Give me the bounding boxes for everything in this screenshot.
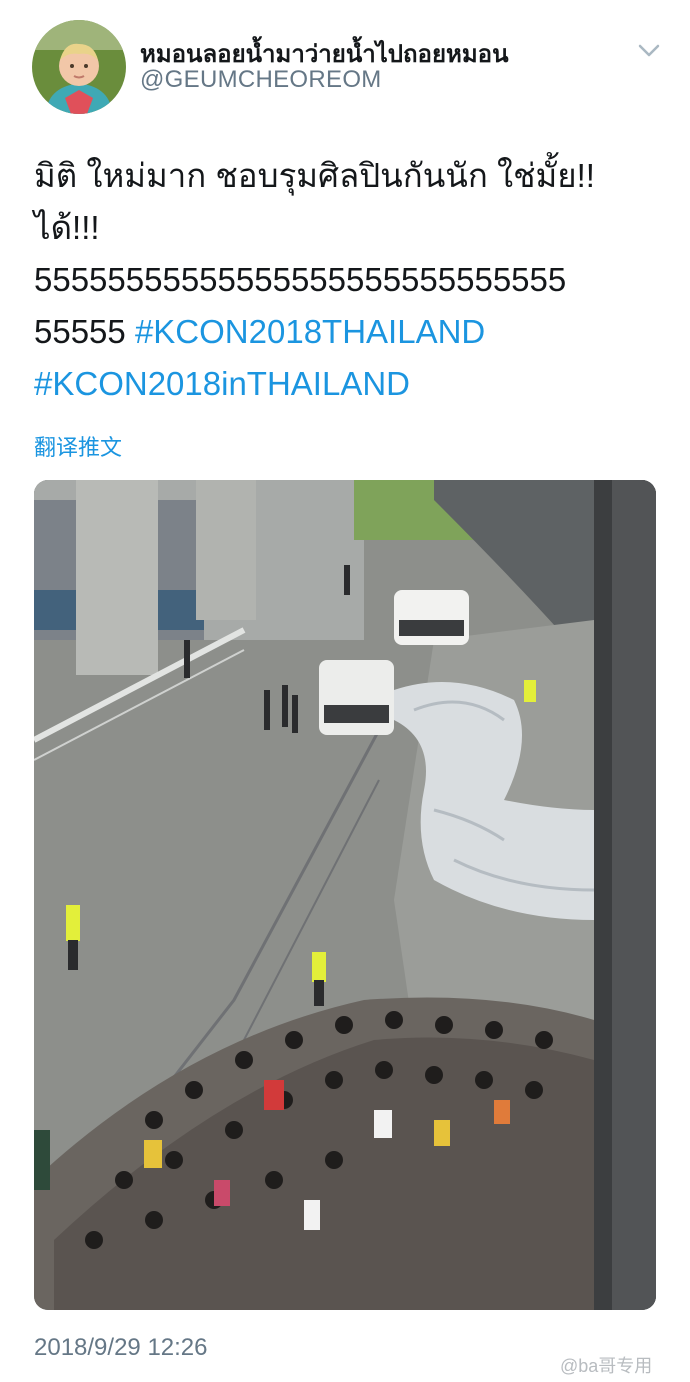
- tweet-photo[interactable]: [34, 480, 656, 1310]
- hashtag-link[interactable]: #KCON2018THAILAND: [135, 313, 485, 350]
- tweet-timestamp: 2018/9/29 12:26: [34, 1334, 208, 1361]
- avatar-image: [32, 20, 126, 114]
- tweet-text: มิติ ใหม่มาก ชอบรุมศิลปินกันนัก ใช่มั้ย!…: [34, 150, 664, 410]
- tweet-text-line: 55555: [34, 313, 135, 350]
- author-handle[interactable]: @GEUMCHEOREOM: [140, 66, 382, 94]
- weibo-watermark: @ba哥专用: [560, 1356, 653, 1376]
- tweet-text-line: 55555555555555555555555555555: [34, 261, 567, 298]
- tweet-text-line: มิติ ใหม่มาก ชอบรุมศิลปินกันนัก ใช่มั้ย!…: [34, 157, 595, 194]
- hashtag-link[interactable]: #KCON2018inTHAILAND: [34, 365, 410, 402]
- photo-crowd-scene: [34, 480, 656, 1310]
- avatar[interactable]: [32, 20, 126, 114]
- translate-tweet-link[interactable]: 翻译推文: [34, 430, 122, 462]
- tweet-text-line: ได้!!!: [34, 209, 100, 246]
- chevron-down-icon[interactable]: [636, 40, 662, 60]
